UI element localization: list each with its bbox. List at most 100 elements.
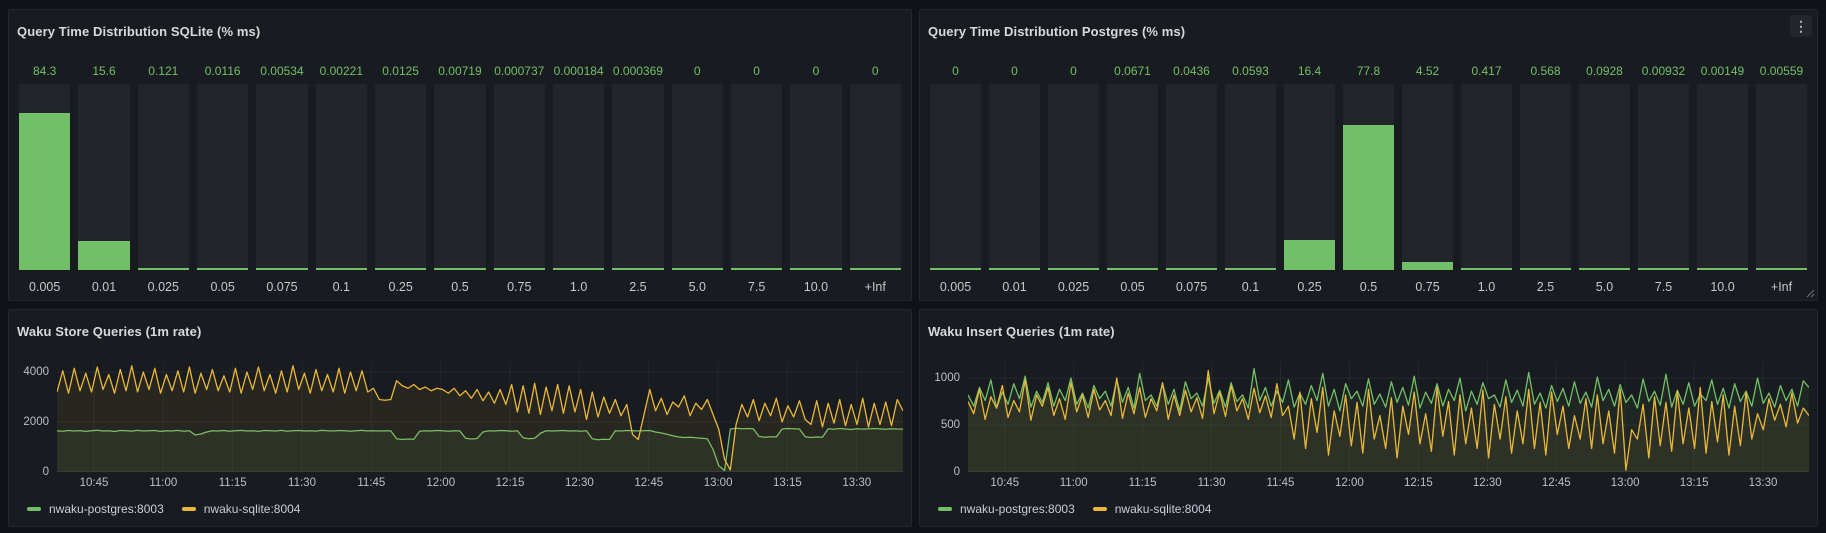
histogram-x-label: 0.05 — [197, 270, 248, 294]
histogram-bar-fill — [494, 268, 545, 270]
histogram-bar[interactable] — [19, 84, 70, 270]
x-axis-label: 13:30 — [842, 477, 871, 489]
histogram-bar[interactable] — [1343, 84, 1394, 270]
bar-value-label: 0.00534 — [256, 46, 307, 84]
histogram-bar[interactable] — [138, 84, 189, 270]
histogram-bar[interactable] — [256, 84, 307, 270]
histogram-bar[interactable] — [1756, 84, 1807, 270]
histogram-bar[interactable] — [790, 84, 841, 270]
panel-title[interactable]: Waku Insert Queries (1m rate) — [928, 324, 1115, 339]
histogram-bar[interactable] — [1579, 84, 1630, 270]
bar-value-label: 0 — [790, 46, 841, 84]
x-axis-label: 11:00 — [1060, 477, 1088, 489]
x-axis-label: 11:00 — [149, 477, 177, 489]
histogram-x-label: 0.005 — [19, 270, 70, 294]
histogram-bar-fill — [434, 268, 485, 270]
x-axis-label: 11:45 — [1267, 477, 1295, 489]
histogram-column: 0.0014910.0 — [1697, 46, 1748, 294]
y-axis: 020004000 — [17, 362, 57, 472]
histogram-x-label: 2.5 — [612, 270, 663, 294]
histogram-x-label: 2.5 — [1520, 270, 1571, 294]
histogram-column: 0.09285.0 — [1579, 46, 1630, 294]
histogram-bar-fill — [1697, 268, 1748, 270]
panel-waku-store-queries: Waku Store Queries (1m rate) 020004000 1… — [8, 309, 912, 527]
histogram-bar[interactable] — [1402, 84, 1453, 270]
histogram-x-label: 0.01 — [989, 270, 1040, 294]
bar-value-label: 77.8 — [1343, 46, 1394, 84]
histogram-bar[interactable] — [197, 84, 248, 270]
histogram-bar[interactable] — [78, 84, 129, 270]
histogram-column: 16.40.25 — [1284, 46, 1335, 294]
panel-resize-handle[interactable] — [1806, 289, 1815, 298]
histogram-x-label: 1.0 — [1461, 270, 1512, 294]
timeseries-plot[interactable] — [968, 362, 1809, 472]
legend-color-swatch — [182, 507, 196, 511]
bar-value-label: 0.00932 — [1638, 46, 1689, 84]
legend-item[interactable]: nwaku-postgres:8003 — [27, 502, 164, 516]
histogram-column: 07.5 — [731, 46, 782, 294]
x-axis-label: 12:30 — [565, 477, 594, 489]
timeseries-plot[interactable] — [57, 362, 903, 472]
x-axis-label: 12:45 — [634, 477, 663, 489]
histogram-column: 0.0003692.5 — [612, 46, 663, 294]
histogram-bar[interactable] — [375, 84, 426, 270]
histogram-bar[interactable] — [1461, 84, 1512, 270]
histogram-bar[interactable] — [1697, 84, 1748, 270]
histogram-column: 00.025 — [1048, 46, 1099, 294]
bar-value-label: 0.0593 — [1225, 46, 1276, 84]
bar-value-label: 84.3 — [19, 46, 70, 84]
bar-value-label: 0.0125 — [375, 46, 426, 84]
histogram-bar-fill — [1756, 268, 1807, 270]
histogram-bar[interactable] — [494, 84, 545, 270]
panel-title[interactable]: Query Time Distribution Postgres (% ms) — [928, 24, 1185, 39]
histogram-bar[interactable] — [1166, 84, 1217, 270]
panel-title[interactable]: Waku Store Queries (1m rate) — [17, 324, 201, 339]
histogram-bar[interactable] — [612, 84, 663, 270]
bar-gauge: 00.00500.0100.0250.06710.050.04360.0750.… — [920, 46, 1817, 300]
histogram-column: 0.009327.5 — [1638, 46, 1689, 294]
histogram-bar[interactable] — [1048, 84, 1099, 270]
histogram-x-label: 0.5 — [1343, 270, 1394, 294]
bar-value-label: 0.568 — [1520, 46, 1571, 84]
legend-item[interactable]: nwaku-postgres:8003 — [938, 502, 1075, 516]
histogram-column: 77.8 0.5 — [1343, 46, 1394, 294]
histogram-bar-fill — [1107, 268, 1158, 270]
histogram-column: 0.005340.075 — [256, 46, 307, 294]
histogram-column: 15.60.01 — [78, 46, 129, 294]
histogram-bar[interactable] — [850, 84, 901, 270]
histogram-bar[interactable] — [1225, 84, 1276, 270]
histogram-column: 0.00559+Inf — [1756, 46, 1807, 294]
bar-value-label: 0.00221 — [316, 46, 367, 84]
y-axis-label: 0 — [954, 466, 960, 478]
histogram-x-label: 1.0 — [553, 270, 604, 294]
histogram-bar[interactable] — [731, 84, 782, 270]
histogram-bar-fill — [1225, 268, 1276, 270]
bar-value-label: 16.4 — [1284, 46, 1335, 84]
histogram-column: 0.007190.5 — [434, 46, 485, 294]
histogram-bar-fill — [138, 268, 189, 270]
histogram-x-label: 5.0 — [1579, 270, 1630, 294]
histogram-bar[interactable] — [1284, 84, 1335, 270]
bar-value-label: 15.6 — [78, 46, 129, 84]
histogram-bar[interactable] — [553, 84, 604, 270]
histogram-bar[interactable] — [316, 84, 367, 270]
x-axis-label: 12:00 — [1335, 477, 1364, 489]
histogram-column: 0.0007370.75 — [494, 46, 545, 294]
histogram-x-label: 0.025 — [138, 270, 189, 294]
histogram-bar[interactable] — [1638, 84, 1689, 270]
legend-item[interactable]: nwaku-sqlite:8004 — [1093, 502, 1212, 516]
panel-title[interactable]: Query Time Distribution SQLite (% ms) — [17, 24, 260, 39]
histogram-bar-fill — [1579, 268, 1630, 270]
histogram-bar[interactable] — [989, 84, 1040, 270]
legend-item[interactable]: nwaku-sqlite:8004 — [182, 502, 301, 516]
histogram-bar[interactable] — [1520, 84, 1571, 270]
histogram-bar-fill — [316, 268, 367, 270]
histogram-column: 0.04360.075 — [1166, 46, 1217, 294]
histogram-bar[interactable] — [672, 84, 723, 270]
panel-menu-icon[interactable]: ⋮ — [1790, 15, 1812, 37]
histogram-x-label: 10.0 — [790, 270, 841, 294]
histogram-bar-fill — [19, 113, 70, 270]
histogram-bar[interactable] — [434, 84, 485, 270]
histogram-bar[interactable] — [930, 84, 981, 270]
histogram-bar[interactable] — [1107, 84, 1158, 270]
